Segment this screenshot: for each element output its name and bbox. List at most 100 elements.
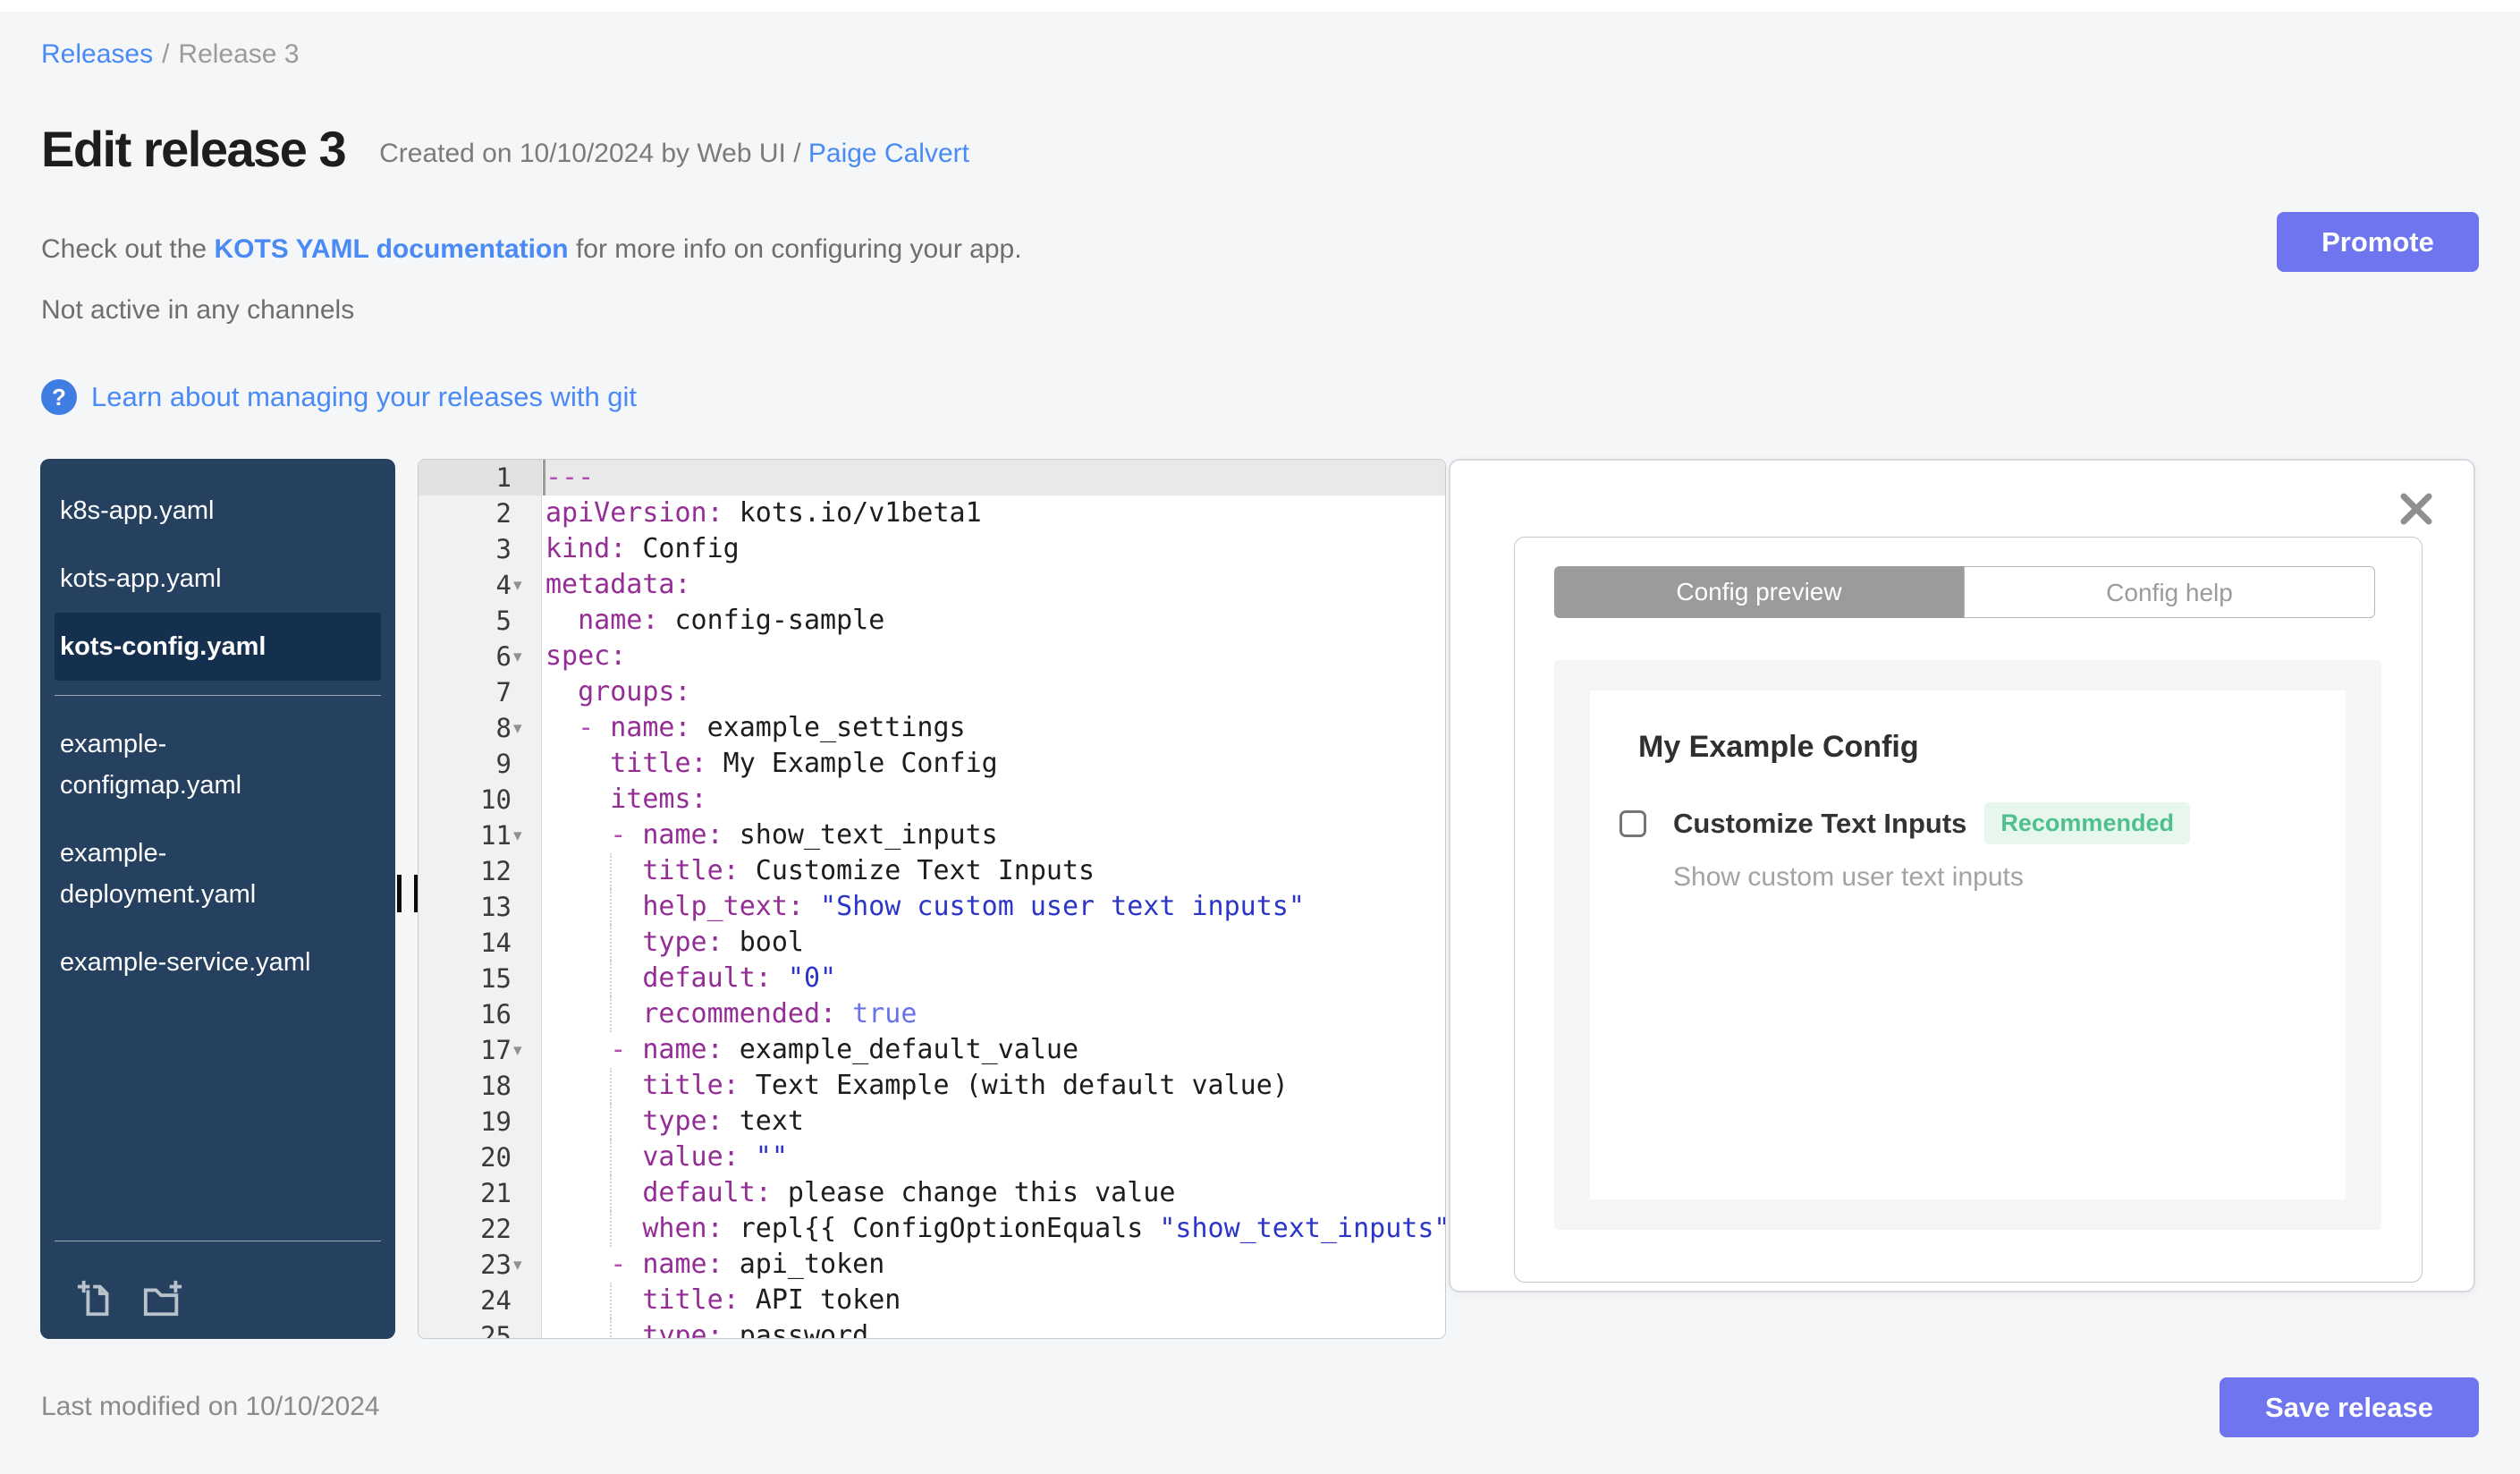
yaml-editor[interactable]: 1 2 3 4 ▾ 5 6 ▾ 7 8 ▾ 9 10 11 ▾ 12 13 14 15 16 17 ▾ 18 19 20 21 22… xyxy=(418,459,1446,1339)
promote-button[interactable]: Promote xyxy=(2277,212,2479,272)
editor-gutter: 1 2 3 4 ▾ 5 6 ▾ 7 8 ▾ 9 10 11 ▾ 12 13 14 15 16 17 ▾ 18 19 20 21 22… xyxy=(419,460,542,1338)
gutter-line-17[interactable]: 17 ▾ xyxy=(419,1032,541,1068)
gutter-line-16: 16 xyxy=(480,999,512,1029)
close-icon[interactable] xyxy=(2397,489,2436,529)
file-item-k8s-app-yaml[interactable]: k8s-app.yaml xyxy=(55,477,323,545)
fold-arrow-icon[interactable]: ▾ xyxy=(513,575,540,596)
code-line-18[interactable]: title: Text Example (with default value) xyxy=(543,1068,1445,1104)
fold-arrow-icon[interactable]: ▾ xyxy=(513,718,540,739)
channel-status: Not active in any channels xyxy=(41,295,355,325)
code-line-12[interactable]: title: Customize Text Inputs xyxy=(543,853,1445,889)
code-line-24[interactable]: title: API token xyxy=(543,1283,1445,1318)
fold-arrow-icon[interactable]: ▾ xyxy=(513,1255,540,1275)
git-help-link[interactable]: Learn about managing your releases with … xyxy=(91,381,637,413)
last-modified-text: Last modified on 10/10/2024 xyxy=(41,1392,380,1421)
code-line-9[interactable]: title: My Example Config xyxy=(543,746,1445,782)
gutter-line-4[interactable]: 4 ▾ xyxy=(419,567,541,603)
fold-arrow-icon[interactable]: ▾ xyxy=(513,647,540,667)
sidebar-bottom xyxy=(40,1241,395,1339)
created-info: Created on 10/10/2024 by Web UI / Paige … xyxy=(379,139,969,169)
gutter-line-11[interactable]: 11 ▾ xyxy=(419,817,541,853)
tab-config-preview[interactable]: Config preview xyxy=(1554,566,1964,618)
file-item-kots-app-yaml[interactable]: kots-app.yaml xyxy=(55,545,323,613)
docs-line: Check out the KOTS YAML documentation fo… xyxy=(41,234,1022,265)
git-help-row: ? Learn about managing your releases wit… xyxy=(41,379,637,415)
file-item-example-configmap-yaml[interactable]: example-configmap.yaml xyxy=(55,710,323,819)
code-line-20[interactable]: value: "" xyxy=(543,1139,1445,1175)
kots-yaml-docs-link[interactable]: KOTS YAML documentation xyxy=(214,234,568,264)
file-item-kots-config-yaml[interactable]: kots-config.yaml xyxy=(55,613,381,681)
code-line-5[interactable]: name: config-sample xyxy=(543,603,1445,639)
save-release-button[interactable]: Save release xyxy=(2220,1377,2479,1437)
tab-config-help[interactable]: Config help xyxy=(1964,566,2375,618)
gutter-line-6[interactable]: 6 ▾ xyxy=(419,639,541,674)
gutter-line-20: 20 xyxy=(480,1142,512,1173)
indent-guide xyxy=(610,1068,612,1104)
fold-arrow-icon[interactable]: ▾ xyxy=(513,826,540,846)
code-line-3[interactable]: kind: Config xyxy=(543,531,1445,567)
gutter-line-22: 22 xyxy=(480,1214,512,1244)
preview-background: My Example Config Customize Text Inputs … xyxy=(1554,660,2381,1230)
code-line-21[interactable]: default: please change this value xyxy=(543,1175,1445,1211)
gutter-line-23[interactable]: 23 ▾ xyxy=(419,1247,541,1283)
indent-guide xyxy=(610,996,612,1032)
indent-guide xyxy=(610,925,612,961)
docs-prefix: Check out the xyxy=(41,234,215,264)
editor-code[interactable]: --- apiVersion: kots.io/v1beta1 kind: Conf… xyxy=(543,460,1445,1338)
gutter-line-15: 15 xyxy=(480,963,512,994)
indent-guide xyxy=(610,853,612,889)
fold-arrow-icon[interactable]: ▾ xyxy=(513,1040,540,1061)
gutter-line-25: 25 xyxy=(480,1321,512,1339)
created-text: Created on 10/10/2024 by Web UI / xyxy=(379,139,801,168)
code-line-19[interactable]: type: text xyxy=(543,1104,1445,1139)
top-strip xyxy=(0,0,2520,12)
config-tab-bar: Config preview Config help xyxy=(1554,566,2375,618)
gutter-line-21: 21 xyxy=(480,1178,512,1208)
title-row: Edit release 3 Created on 10/10/2024 by … xyxy=(41,122,969,177)
gutter-line-13: 13 xyxy=(480,892,512,922)
indent-guide xyxy=(610,1175,612,1211)
page-title: Edit release 3 xyxy=(41,121,347,177)
code-line-2[interactable]: apiVersion: kots.io/v1beta1 xyxy=(543,496,1445,531)
code-line-15[interactable]: default: "0" xyxy=(543,961,1445,996)
code-line-8[interactable]: - name: example_settings xyxy=(543,710,1445,746)
new-folder-icon[interactable] xyxy=(142,1278,183,1319)
gutter-line-14: 14 xyxy=(480,928,512,958)
breadcrumb-current: Release 3 xyxy=(178,39,300,69)
author-link[interactable]: Paige Calvert xyxy=(808,139,969,168)
code-line-13[interactable]: help_text: "Show custom user text inputs… xyxy=(543,889,1445,925)
config-item-label: Customize Text Inputs xyxy=(1673,807,1967,839)
new-file-icon[interactable] xyxy=(76,1278,117,1319)
gutter-line-8[interactable]: 8 ▾ xyxy=(419,710,541,746)
code-line-10[interactable]: items: xyxy=(543,782,1445,817)
file-tree-divider xyxy=(55,695,381,696)
config-item-row: Customize Text Inputs Recommended xyxy=(1619,802,2190,844)
indent-guide xyxy=(610,961,612,996)
gutter-line-3: 3 xyxy=(495,534,512,564)
code-line-23[interactable]: - name: api_token xyxy=(543,1247,1445,1283)
indent-guide xyxy=(610,889,612,925)
breadcrumb-separator: / xyxy=(162,39,170,69)
gutter-line-24: 24 xyxy=(480,1285,512,1316)
breadcrumb-releases-link[interactable]: Releases xyxy=(41,39,153,69)
gutter-line-12: 12 xyxy=(480,856,512,886)
code-line-22[interactable]: when: repl{{ ConfigOptionEquals "show_te… xyxy=(543,1211,1445,1247)
config-group-title: My Example Config xyxy=(1638,730,1919,764)
file-item-example-service-yaml[interactable]: example-service.yaml xyxy=(55,928,323,996)
tree-actions xyxy=(76,1278,183,1319)
docs-suffix: for more info on configuring your app. xyxy=(568,234,1022,264)
code-line-25[interactable]: type: password xyxy=(543,1318,1445,1338)
code-line-11[interactable]: - name: show_text_inputs xyxy=(543,817,1445,853)
breadcrumb: Releases / Release 3 xyxy=(41,39,300,70)
help-icon: ? xyxy=(41,379,77,415)
code-line-16[interactable]: recommended: true xyxy=(543,996,1445,1032)
code-line-14[interactable]: type: bool xyxy=(543,925,1445,961)
file-item-example-deployment-yaml[interactable]: example-deployment.yaml xyxy=(55,819,323,928)
code-line-17[interactable]: - name: example_default_value xyxy=(543,1032,1445,1068)
code-line-4[interactable]: metadata: xyxy=(543,567,1445,603)
code-line-6[interactable]: spec: xyxy=(543,639,1445,674)
gutter-line-1: 1 xyxy=(419,460,541,496)
code-line-7[interactable]: groups: xyxy=(543,674,1445,710)
code-line-1[interactable]: --- xyxy=(543,460,1445,496)
customize-text-inputs-checkbox[interactable] xyxy=(1619,809,1646,837)
